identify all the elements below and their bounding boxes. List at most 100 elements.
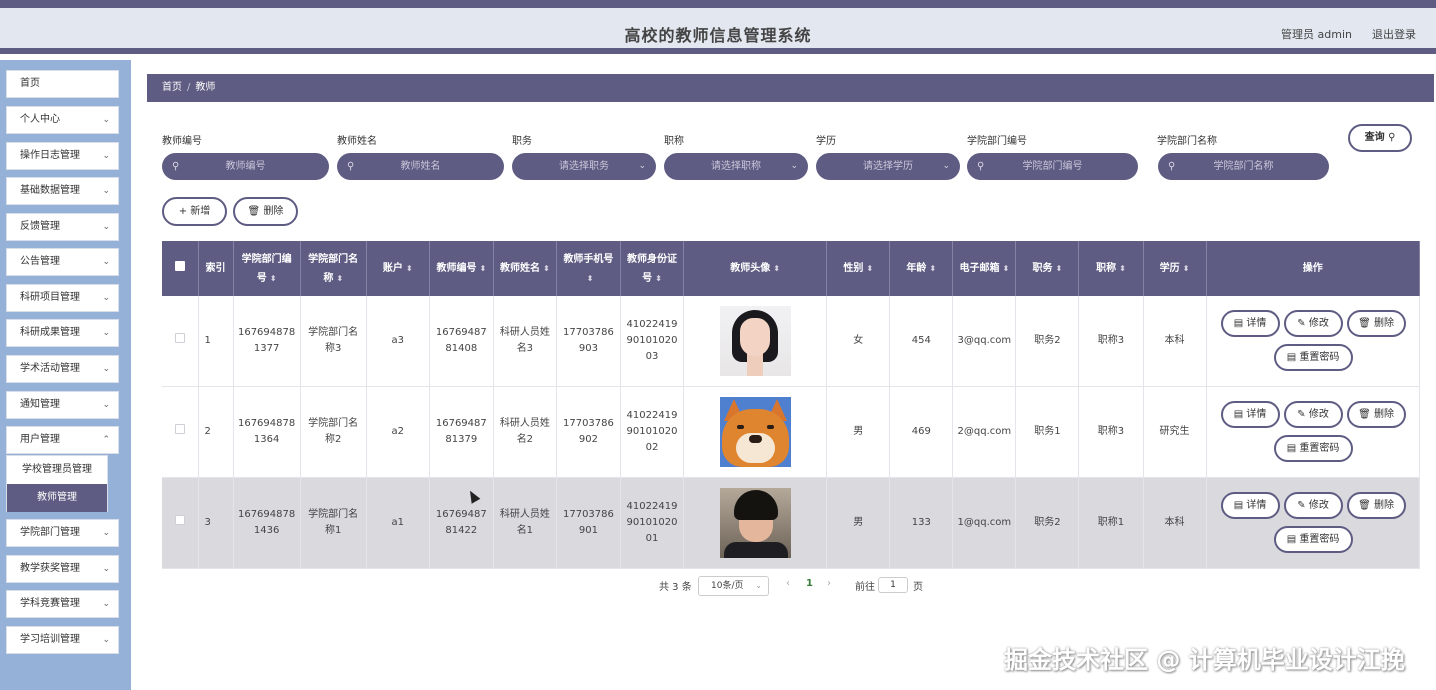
edit-button[interactable]: ✎ 修改: [1283, 492, 1343, 519]
education-select[interactable]: 请选择学历 ⌄: [816, 153, 960, 180]
sidebar-item-operation-log[interactable]: 操作日志管理 ⌄: [6, 142, 119, 170]
search-icon: ⚲: [172, 161, 180, 172]
chevron-down-icon: ⌄: [102, 364, 110, 374]
detail-button[interactable]: ▤ 详情: [1220, 401, 1280, 428]
sidebar-item-announcement[interactable]: 公告管理 ⌄: [6, 248, 119, 276]
sidebar-item-user[interactable]: 用户管理 ⌃: [6, 426, 119, 454]
col-header-dept-name[interactable]: 学院部门名称 ⬍: [300, 241, 367, 296]
sidebar-item-academic-activity[interactable]: 学术活动管理 ⌄: [6, 355, 119, 383]
row-checkbox[interactable]: [162, 477, 199, 569]
sidebar-item-home[interactable]: 首页: [6, 70, 119, 98]
search-icon: ⚲: [977, 161, 985, 172]
col-header-gender[interactable]: 性别 ⬍: [826, 241, 891, 296]
sidebar-item-department[interactable]: 学院部门管理 ⌄: [6, 519, 119, 547]
sidebar-item-notice[interactable]: 通知管理 ⌄: [6, 391, 119, 419]
document-icon: ▤: [1286, 534, 1297, 545]
pencil-icon: ✎: [1297, 500, 1306, 511]
cell-age: 469: [889, 386, 954, 478]
search-label-education: 学历: [816, 136, 836, 147]
cell-index: 3: [198, 477, 234, 569]
delete-button[interactable]: 🗑 删除: [1346, 401, 1406, 428]
chevron-down-icon: ⌄: [102, 400, 110, 410]
input-placeholder: 教师编号: [225, 161, 266, 172]
col-header-account[interactable]: 账户 ⬍: [366, 241, 430, 296]
delete-button[interactable]: 🗑 删除: [1346, 492, 1406, 519]
checkbox-icon: [174, 424, 185, 434]
col-header-teacher-name[interactable]: 教师姓名 ⬍: [493, 241, 557, 296]
col-header-age[interactable]: 年龄 ⬍: [889, 241, 954, 296]
avatar-man-portrait[interactable]: [719, 488, 791, 558]
sidebar-item-competition[interactable]: 学科竞赛管理 ⌄: [6, 590, 119, 618]
sidebar-item-research-project[interactable]: 科研项目管理 ⌄: [6, 284, 119, 312]
prev-page-icon[interactable]: ‹: [786, 578, 790, 589]
chevron-down-icon: ⌄: [102, 293, 110, 303]
submenu-item-school-admin[interactable]: 学校管理员管理: [7, 456, 107, 484]
cell-dept-name: 学院部门名称1: [300, 477, 367, 569]
submenu-item-teacher[interactable]: 教师管理: [7, 484, 107, 512]
header-text: 教师手机号: [563, 253, 614, 265]
sidebar-item-teaching-award[interactable]: 教学获奖管理 ⌄: [6, 555, 119, 583]
delete-button[interactable]: 🗑 删除: [1346, 310, 1406, 337]
col-header-id-card[interactable]: 教师身份证号 ⬍: [620, 241, 685, 296]
query-button[interactable]: 查询 ⚲: [1348, 124, 1412, 152]
cell-dept-name: 学院部门名称3: [300, 296, 367, 387]
sidebar-item-research-result[interactable]: 科研成果管理 ⌄: [6, 319, 119, 347]
reset-password-button[interactable]: ▤ 重置密码: [1273, 526, 1353, 553]
teacher-name-input[interactable]: ⚲ 教师姓名: [337, 153, 504, 180]
button-label: 重置密码: [1299, 443, 1340, 454]
sidebar-item-training[interactable]: 学习培训管理 ⌄: [6, 626, 119, 654]
header-text: 学历: [1159, 263, 1180, 274]
dept-name-input[interactable]: ⚲ 学院部门名称: [1158, 153, 1329, 180]
logout-link[interactable]: 退出登录: [1372, 26, 1416, 42]
col-header-teacher-no[interactable]: 教师编号 ⬍: [429, 241, 494, 296]
edit-button[interactable]: ✎ 修改: [1283, 401, 1343, 428]
page-number-current[interactable]: 1: [806, 578, 813, 589]
document-icon: ▤: [1286, 443, 1297, 454]
col-header-email[interactable]: 电子邮箱 ⬍: [952, 241, 1017, 296]
avatar-shiba-dog[interactable]: [719, 397, 791, 467]
reset-password-button[interactable]: ▤ 重置密码: [1273, 344, 1353, 371]
goto-page-input[interactable]: 1: [878, 577, 908, 593]
detail-button[interactable]: ▤ 详情: [1220, 310, 1280, 337]
breadcrumb-home[interactable]: 首页: [162, 82, 182, 93]
batch-delete-button[interactable]: 🗑 删除: [233, 197, 298, 226]
breadcrumb-separator: /: [187, 82, 191, 93]
add-button[interactable]: + 新增: [162, 197, 227, 226]
cell-email: 1@qq.com: [952, 477, 1017, 569]
sidebar-item-feedback[interactable]: 反馈管理 ⌄: [6, 213, 119, 241]
cell-operations: ▤ 详情 ✎ 修改 🗑 删除 ▤ 重置密码: [1206, 386, 1421, 478]
col-header-avatar[interactable]: 教师头像 ⬍: [683, 241, 828, 296]
sidebar-item-basic-data[interactable]: 基础数据管理 ⌄: [6, 177, 119, 205]
reset-password-button[interactable]: ▤ 重置密码: [1273, 435, 1353, 462]
select-all-checkbox[interactable]: [162, 241, 199, 296]
header-text: 年龄: [906, 263, 927, 274]
search-label-dept-name: 学院部门名称: [1157, 136, 1217, 147]
col-header-dept-no[interactable]: 学院部门编号 ⬍: [233, 241, 301, 296]
row-checkbox[interactable]: [162, 296, 199, 387]
chevron-down-icon: ⌄: [102, 186, 110, 196]
cell-id-card: 410224199010102003: [620, 296, 685, 387]
edit-button[interactable]: ✎ 修改: [1283, 310, 1343, 337]
search-label-post: 职务: [512, 136, 532, 147]
goto-label: 前往: [855, 582, 875, 593]
next-page-icon[interactable]: ›: [827, 578, 831, 589]
col-header-title[interactable]: 职称 ⬍: [1078, 241, 1144, 296]
cell-account: a3: [366, 296, 430, 387]
row-checkbox[interactable]: [162, 386, 199, 478]
header-text: 教师姓名: [500, 263, 541, 274]
post-select[interactable]: 请选择职务 ⌄: [512, 153, 656, 180]
sidebar-item-personal-center[interactable]: 个人中心 ⌄: [6, 106, 119, 134]
col-header-education[interactable]: 学历 ⬍: [1143, 241, 1207, 296]
col-header-post[interactable]: 职务 ⬍: [1015, 241, 1080, 296]
cell-phone: 17703786901: [556, 477, 621, 569]
title-select[interactable]: 请选择职称 ⌄: [664, 153, 808, 180]
col-header-phone[interactable]: 教师手机号 ⬍: [556, 241, 621, 296]
dept-no-input[interactable]: ⚲ 学院部门编号: [967, 153, 1138, 180]
detail-button[interactable]: ▤ 详情: [1220, 492, 1280, 519]
sidebar-item-label: 操作日志管理: [20, 150, 80, 161]
avatar-woman-portrait[interactable]: [719, 306, 791, 376]
teacher-no-input[interactable]: ⚲ 教师编号: [162, 153, 329, 180]
sort-icon: ⬍: [773, 264, 780, 273]
cell-title: 职称3: [1078, 296, 1144, 387]
page-size-select[interactable]: 10条/页 ⌄: [698, 576, 769, 596]
